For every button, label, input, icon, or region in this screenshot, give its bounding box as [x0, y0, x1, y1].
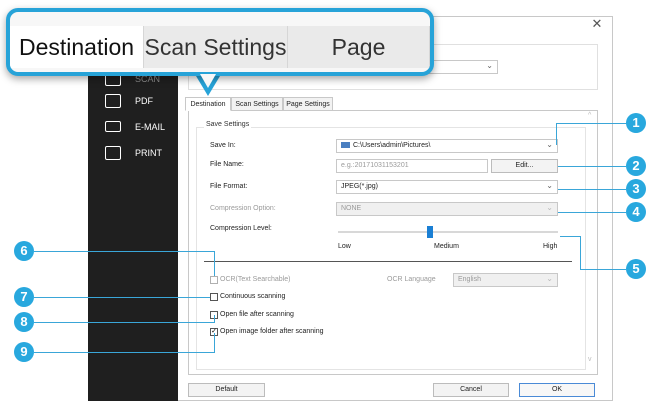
- save-in-dropdown[interactable]: C:\Users\admin\Pictures\ ⌄: [336, 139, 558, 153]
- file-format-label: File Format:: [210, 183, 248, 190]
- callout-leader: [580, 269, 626, 271]
- callout-5: 5: [626, 259, 646, 279]
- callout-4: 4: [626, 202, 646, 222]
- zoom-pointer-inner: [200, 74, 216, 88]
- sidebar-item-email[interactable]: E-MAIL: [88, 118, 178, 138]
- callout-8: 8: [14, 312, 34, 332]
- sidebar-item-print[interactable]: PRINT: [88, 144, 178, 164]
- ocr-label: OCR(Text Searchable): [220, 276, 291, 283]
- scroll-down-icon[interactable]: v: [588, 356, 592, 363]
- pdf-icon: [105, 94, 121, 108]
- folder-icon: [341, 142, 350, 149]
- continuous-scanning-label: Continuous scanning: [220, 293, 286, 300]
- zoom-tab-scan-settings: Scan Settings: [144, 26, 288, 68]
- callout-leader: [34, 251, 214, 253]
- slider-medium-label: Medium: [434, 243, 459, 250]
- callout-leader: [556, 123, 558, 145]
- slider-low-label: Low: [338, 243, 351, 250]
- chevron-down-icon: ⌄: [486, 61, 493, 70]
- zoom-tab-page-settings: Page Settings: [288, 26, 430, 68]
- chevron-down-icon: ⌄: [546, 203, 553, 212]
- sidebar-item-label: PRINT: [135, 148, 162, 158]
- compression-option-dropdown[interactable]: NONE ⌄: [336, 202, 558, 216]
- slider-thumb[interactable]: [427, 226, 434, 238]
- callout-leader: [34, 352, 214, 354]
- callout-leader: [558, 189, 626, 191]
- email-icon: [105, 121, 121, 132]
- ocr-language-value: English: [458, 276, 481, 283]
- callout-9: 9: [14, 342, 34, 362]
- chevron-down-icon: ⌄: [546, 140, 553, 149]
- callout-leader: [214, 251, 216, 276]
- callout-leader: [214, 333, 216, 353]
- chevron-down-icon: ⌄: [546, 274, 553, 283]
- callout-leader: [34, 322, 214, 324]
- callout-leader: [560, 236, 580, 238]
- compression-option-label: Compression Option:: [210, 205, 276, 212]
- callout-leader: [214, 315, 216, 323]
- sidebar: SCAN PDF E-MAIL PRINT: [88, 58, 178, 401]
- cancel-button[interactable]: Cancel: [433, 383, 509, 397]
- callout-6: 6: [14, 241, 34, 261]
- compression-level-label: Compression Level:: [210, 225, 272, 232]
- sidebar-item-label: E-MAIL: [135, 122, 166, 132]
- divider: [204, 261, 572, 262]
- save-in-value: C:\Users\admin\Pictures\: [353, 142, 431, 149]
- open-folder-label: Open image folder after scanning: [220, 328, 324, 335]
- save-settings-title: Save Settings: [204, 121, 252, 128]
- open-file-label: Open file after scanning: [220, 311, 294, 318]
- sidebar-item-pdf[interactable]: PDF: [88, 92, 178, 112]
- sidebar-item-label: PDF: [135, 96, 153, 106]
- file-format-dropdown[interactable]: JPEG(*.jpg) ⌄: [336, 180, 558, 194]
- ocr-checkbox[interactable]: [210, 276, 218, 284]
- ocr-language-label: OCR Language: [387, 276, 436, 283]
- chevron-down-icon: ⌄: [546, 181, 553, 190]
- file-name-label: File Name:: [210, 161, 244, 168]
- callout-leader: [580, 236, 582, 269]
- compression-level-slider[interactable]: [338, 231, 558, 233]
- tab-destination[interactable]: Destination: [185, 97, 231, 111]
- callout-2: 2: [626, 156, 646, 176]
- slider-high-label: High: [543, 243, 558, 250]
- callout-7: 7: [14, 287, 34, 307]
- default-button[interactable]: Default: [188, 383, 265, 397]
- continuous-scanning-checkbox[interactable]: [210, 293, 218, 301]
- tab-page-settings[interactable]: Page Settings: [283, 97, 333, 111]
- zoom-tab-destination: Destination: [10, 26, 144, 68]
- file-name-field[interactable]: e.g.:20171031153201: [336, 159, 488, 173]
- callout-leader: [558, 212, 626, 214]
- zoomed-tab-bar: Destination Scan Settings Page Settings: [6, 8, 434, 76]
- compression-option-value: NONE: [341, 205, 362, 212]
- ocr-language-dropdown[interactable]: English ⌄: [453, 273, 558, 287]
- printer-icon: [105, 146, 121, 160]
- callout-leader: [556, 123, 628, 125]
- scroll-up-icon[interactable]: ^: [588, 112, 591, 119]
- callout-leader: [558, 166, 626, 168]
- tab-scan-settings[interactable]: Scan Settings: [231, 97, 283, 111]
- callout-leader: [34, 297, 210, 299]
- file-format-value: JPEG(*.jpg): [341, 183, 378, 190]
- edit-button[interactable]: Edit...: [491, 159, 558, 173]
- callout-3: 3: [626, 179, 646, 199]
- save-in-label: Save In:: [210, 142, 236, 149]
- close-icon[interactable]: ✕: [590, 17, 604, 31]
- callout-1: 1: [626, 113, 646, 133]
- ok-button[interactable]: OK: [519, 383, 595, 397]
